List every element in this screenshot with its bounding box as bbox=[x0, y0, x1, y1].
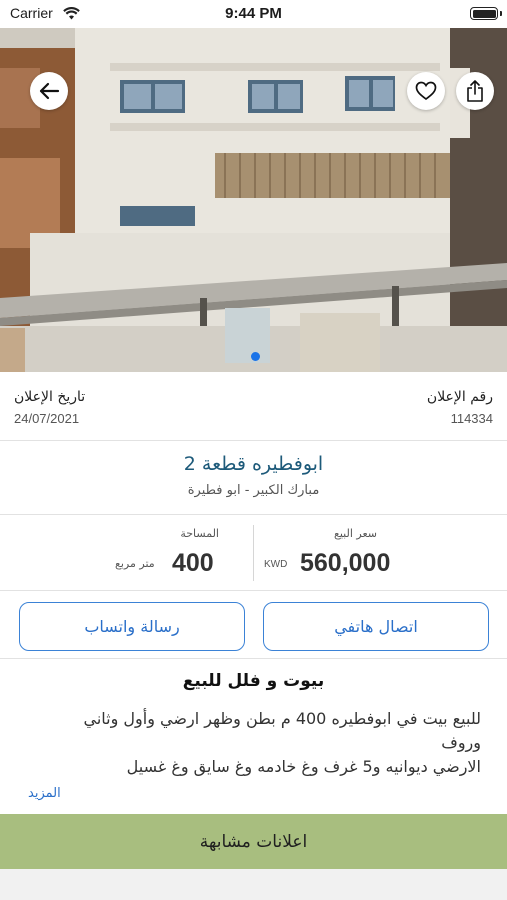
status-bar: Carrier 9:44 PM bbox=[0, 0, 507, 28]
read-more-link[interactable]: المزيد bbox=[28, 786, 61, 801]
price-value: 560,000 bbox=[300, 549, 391, 577]
ad-date-block: تاريخ الإعلان 24/07/2021 bbox=[14, 389, 85, 426]
ad-number-block: رقم الإعلان 114334 bbox=[427, 389, 493, 426]
bottom-area bbox=[0, 869, 507, 900]
arrow-left-icon bbox=[38, 80, 60, 102]
area-value: 400 bbox=[172, 549, 214, 577]
area-unit: متر مربع bbox=[115, 557, 155, 570]
favorite-button[interactable] bbox=[407, 72, 445, 110]
stats-divider bbox=[253, 525, 254, 581]
description-line: وروف bbox=[441, 733, 481, 752]
ad-number-label: رقم الإعلان bbox=[426, 389, 493, 405]
area-label: المساحة bbox=[180, 527, 219, 540]
listing-photo[interactable] bbox=[0, 28, 507, 372]
photo-page-indicator bbox=[251, 352, 260, 361]
listing-stats: سعر البيع 560,000 KWD المساحة 400 متر مر… bbox=[0, 515, 507, 591]
heart-icon bbox=[415, 81, 437, 101]
contact-actions: اتصال هاتفي رسالة واتساب bbox=[0, 591, 507, 659]
similar-ads-label: اعلانات مشابهة bbox=[199, 831, 308, 852]
share-icon bbox=[466, 80, 484, 102]
status-time: 9:44 PM bbox=[225, 5, 282, 22]
ad-meta-row: رقم الإعلان 114334 تاريخ الإعلان 24/07/2… bbox=[0, 381, 507, 441]
back-button[interactable] bbox=[30, 72, 68, 110]
description-line: الارضي ديوانيه و5 غرف وغ خادمه وغ سايق و… bbox=[126, 757, 481, 776]
whatsapp-button[interactable]: رسالة واتساب bbox=[19, 602, 245, 651]
call-button[interactable]: اتصال هاتفي bbox=[263, 602, 489, 651]
battery-icon bbox=[470, 7, 502, 20]
share-button[interactable] bbox=[456, 72, 494, 110]
price-currency: KWD bbox=[264, 559, 288, 570]
ad-number-value: 114334 bbox=[450, 411, 493, 426]
description-section: بيوت و فلل للبيع للبيع بيت في ابوفطيره 4… bbox=[0, 659, 507, 814]
price-label: سعر البيع bbox=[334, 527, 377, 540]
listing-header: ابوفطيره قطعة 2 مبارك الكبير - ابو فطيرة bbox=[0, 441, 507, 515]
ad-date-label: تاريخ الإعلان bbox=[14, 389, 86, 405]
listing-title: ابوفطيره قطعة 2 bbox=[183, 453, 324, 475]
similar-ads-button[interactable]: اعلانات مشابهة bbox=[0, 814, 507, 869]
ad-date-value: 24/07/2021 bbox=[14, 411, 80, 426]
category-title: بيوت و فلل للبيع bbox=[182, 671, 325, 691]
listing-location: مبارك الكبير - ابو فطيرة bbox=[187, 483, 320, 498]
description-line: للبيع بيت في ابوفطيره 400 م بطن وظهر ارض… bbox=[83, 709, 482, 728]
description-text: للبيع بيت في ابوفطيره 400 م بطن وظهر ارض… bbox=[26, 707, 482, 779]
